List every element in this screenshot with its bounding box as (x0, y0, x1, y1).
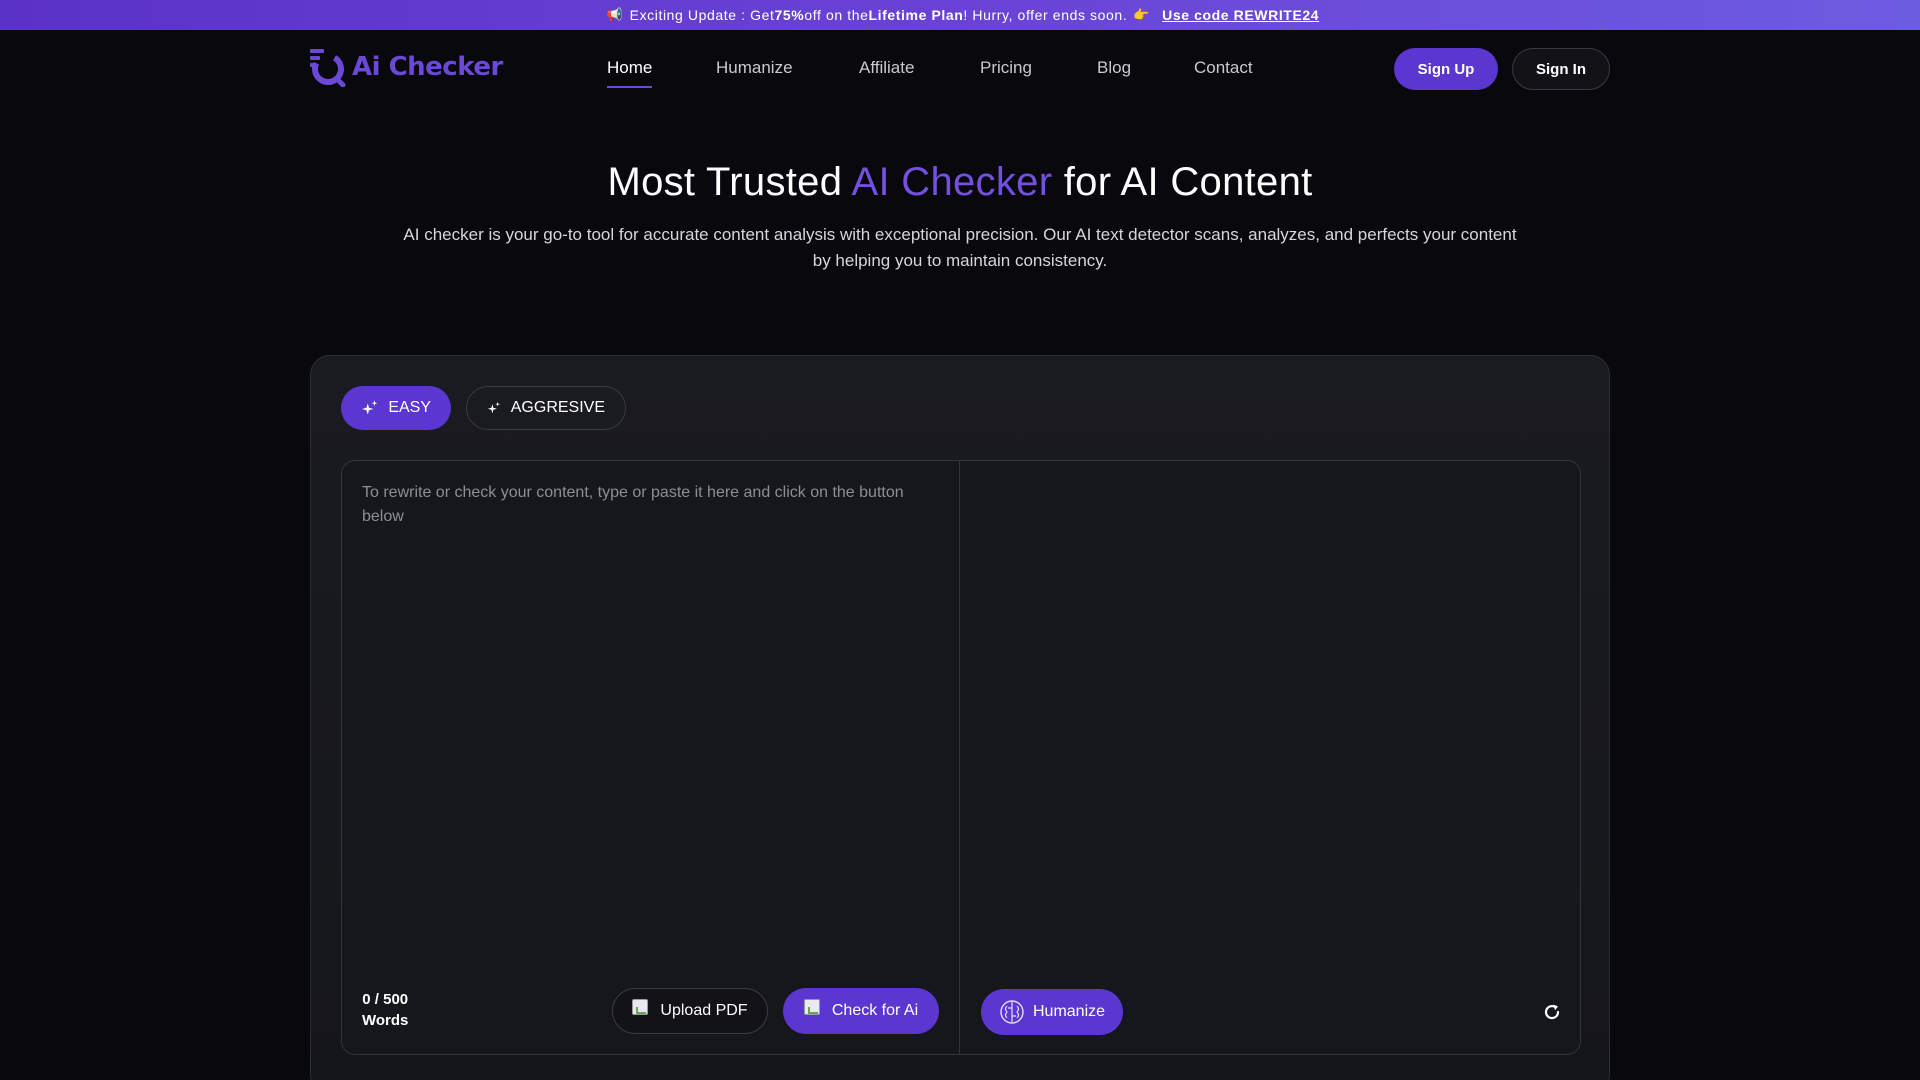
main-nav: Home Humanize Affiliate Pricing Blog Con… (0, 30, 1920, 108)
word-count-unit: Words (362, 1012, 409, 1029)
upload-pdf-label: Upload PDF (660, 1002, 748, 1019)
content-input[interactable] (342, 461, 959, 961)
nav-affiliate[interactable]: Affiliate (859, 58, 914, 78)
check-icon (803, 999, 820, 1015)
sign-up-button[interactable]: Sign Up (1394, 48, 1498, 90)
banner-text-post: ! Hurry, offer ends soon. (963, 7, 1128, 23)
sparkle-icon (361, 400, 378, 415)
word-counter: 0 / 500 Words (362, 989, 408, 1031)
nav-pricing[interactable]: Pricing (980, 58, 1032, 78)
megaphone-icon: 📢 (606, 7, 624, 22)
pointing-hand-icon: 👉 (1133, 7, 1151, 22)
output-pane: Humanize (961, 461, 1580, 1054)
banner-discount: 75% (774, 7, 805, 23)
check-for-ai-button[interactable]: Check for Ai (783, 988, 939, 1034)
mode-easy-label: EASY (388, 399, 431, 416)
mode-easy-button[interactable]: EASY (341, 386, 451, 430)
title-pre: Most Trusted (607, 160, 852, 204)
page-title: Most Trusted AI Checker for AI Content (0, 160, 1920, 205)
upload-pdf-button[interactable]: Upload PDF (612, 988, 768, 1034)
sparkle-icon (487, 401, 500, 414)
check-for-ai-label: Check for Ai (831, 1002, 919, 1019)
nav-humanize[interactable]: Humanize (716, 58, 793, 78)
banner-plan: Lifetime Plan (868, 7, 964, 23)
mode-aggressive-label: AGGRESIVE (510, 399, 605, 416)
promo-banner: 📢 Exciting Update : Get 75% off on the L… (0, 0, 1920, 30)
input-pane: 0 / 500 Words Upload PDF Check for Ai (342, 461, 960, 1054)
banner-text-mid: off on the (804, 7, 869, 23)
brain-icon (1000, 1000, 1024, 1024)
humanize-label: Humanize (1032, 1003, 1106, 1020)
promo-code-link[interactable]: Use code REWRITE24 (1162, 7, 1319, 23)
word-count-value: 0 / 500 (362, 991, 409, 1008)
mode-aggressive-button[interactable]: AGGRESIVE (466, 386, 626, 430)
sign-in-button[interactable]: Sign In (1512, 48, 1610, 90)
nav-home[interactable]: Home (607, 58, 653, 88)
humanize-button[interactable]: Humanize (981, 989, 1123, 1035)
editor-panel: 0 / 500 Words Upload PDF Check for Ai Hu… (341, 460, 1581, 1055)
banner-text-pre: Exciting Update : Get (629, 7, 775, 23)
site-header: Ai Checker Home Humanize Affiliate Prici… (0, 30, 1920, 108)
title-post: for AI Content (1052, 160, 1313, 204)
nav-contact[interactable]: Contact (1194, 58, 1253, 78)
pdf-icon (632, 999, 649, 1015)
nav-blog[interactable]: Blog (1097, 58, 1131, 78)
title-accent: AI Checker (851, 160, 1053, 204)
tool-card: EASY AGGRESIVE 0 / 500 Words Upload PDF … (310, 355, 1610, 1080)
page-description: AI checker is your go-to tool for accura… (403, 225, 1517, 270)
refresh-icon[interactable] (1542, 1002, 1562, 1022)
